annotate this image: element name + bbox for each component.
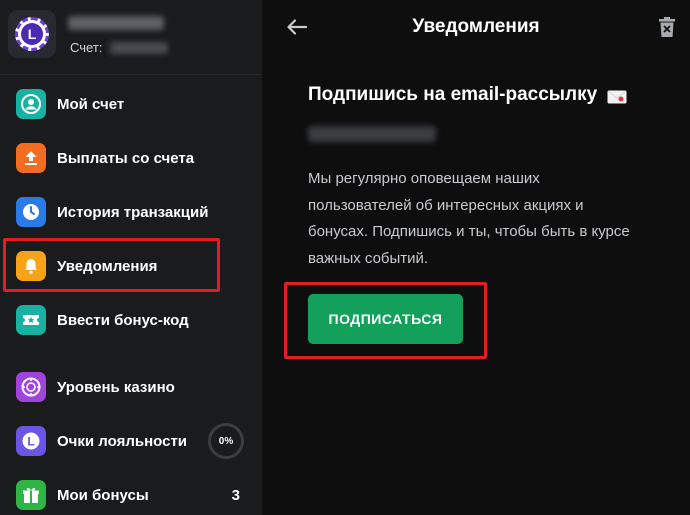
gift-icon (16, 480, 46, 510)
subscription-heading-text: Подпишись на email-рассылку (308, 84, 598, 105)
profile-header: L Счет: (0, 0, 262, 70)
bell-icon (16, 251, 46, 281)
email-redacted (308, 126, 436, 142)
envelope-icon (607, 88, 627, 104)
avatar[interactable]: L (8, 10, 56, 58)
account-row: Счет: (70, 40, 169, 55)
loyalty-progress: 0% (208, 423, 244, 459)
sidebar-item-label: Мой счет (57, 95, 125, 113)
sidebar-item-transaction-history[interactable]: История транзакций (0, 185, 262, 239)
sidebar-item-label: История транзакций (57, 203, 209, 221)
sidebar-item-label: Мои бонусы (57, 486, 149, 504)
sidebar-item-my-account[interactable]: Мой счет (0, 77, 262, 131)
subscribe-button[interactable]: ПОДПИСАТЬСЯ (308, 294, 463, 344)
roulette-icon (16, 372, 46, 402)
subscription-description: Мы регулярно оповещаем наших пользовател… (308, 170, 630, 267)
sidebar-item-label: Очки лояльности (57, 432, 188, 450)
sidebar-item-label: Ввести бонус-код (57, 311, 189, 329)
sidebar-item-notifications[interactable]: Уведомления (0, 239, 262, 293)
casino-chip-logo: L (15, 17, 49, 51)
sidebar-item-label: Выплаты со счета (57, 149, 195, 167)
bonus-count-badge: 3 (231, 486, 240, 504)
sidebar-item-label: Уровень казино (57, 378, 175, 396)
sidebar-item-loyalty-points[interactable]: L Очки лояльности 0% (0, 414, 262, 468)
trash-icon[interactable] (656, 14, 678, 40)
loyalty-icon: L (16, 426, 46, 456)
username-redacted (68, 16, 164, 30)
user-icon (16, 89, 46, 119)
sidebar-item-label: Уведомления (57, 257, 158, 275)
sidebar-item-my-bonuses[interactable]: Мои бонусы 3 (0, 468, 262, 515)
sidebar-item-payouts[interactable]: Выплаты со счета (0, 131, 262, 185)
sidebar-item-bonus-code[interactable]: Ввести бонус-код (0, 293, 262, 347)
logo-letter-icon: L (21, 23, 43, 45)
page-title: Уведомления (412, 16, 540, 37)
svg-text:L: L (27, 435, 34, 449)
divider (0, 74, 262, 75)
upload-icon (16, 143, 46, 173)
subscription-heading: Подпишись на email-рассылку (308, 84, 627, 106)
account-label: Счет: (70, 40, 103, 55)
ticket-icon (16, 305, 46, 335)
sidebar-item-casino-level[interactable]: Уровень казино (0, 360, 262, 414)
clock-icon (16, 197, 46, 227)
main-panel: Уведомления Подпишись на email-рассылку … (262, 0, 690, 515)
sidebar: L Счет: Мой счет Выплаты со счета Истори… (0, 0, 262, 515)
account-number-redacted (110, 41, 169, 54)
